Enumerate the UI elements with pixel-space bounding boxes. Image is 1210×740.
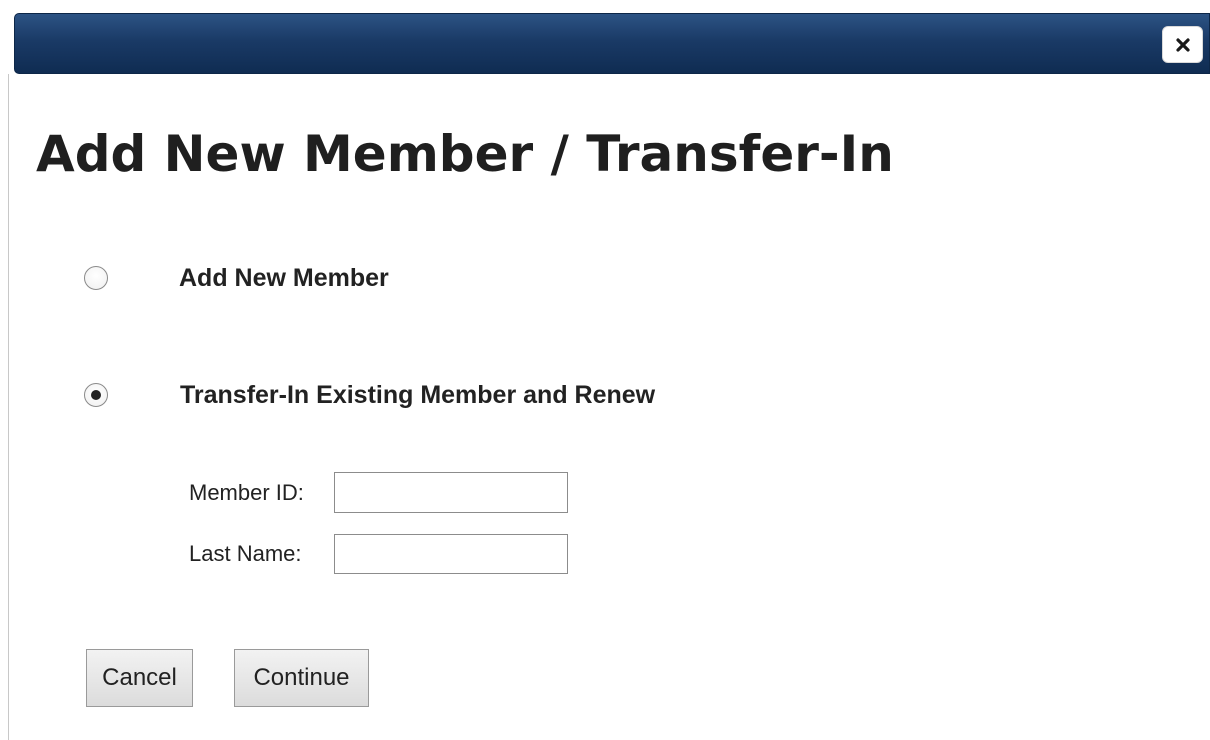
dialog-titlebar	[14, 13, 1210, 74]
last-name-input[interactable]	[334, 534, 568, 574]
cancel-button[interactable]: Cancel	[86, 649, 193, 707]
transfer-in-label[interactable]: Transfer-In Existing Member and Renew	[180, 380, 655, 410]
page-title: Add New Member / Transfer-In	[36, 125, 894, 183]
continue-button[interactable]: Continue	[234, 649, 369, 707]
member-id-input[interactable]	[334, 472, 568, 513]
member-id-label: Member ID:	[189, 480, 304, 505]
transfer-in-radio[interactable]	[84, 383, 108, 407]
close-icon	[1175, 37, 1190, 52]
close-button[interactable]	[1162, 26, 1203, 63]
radio-selected-dot	[91, 390, 101, 400]
add-new-member-radio[interactable]	[84, 266, 108, 290]
dialog-left-border	[8, 74, 9, 740]
add-new-member-label[interactable]: Add New Member	[179, 263, 389, 293]
last-name-label: Last Name:	[189, 541, 302, 566]
